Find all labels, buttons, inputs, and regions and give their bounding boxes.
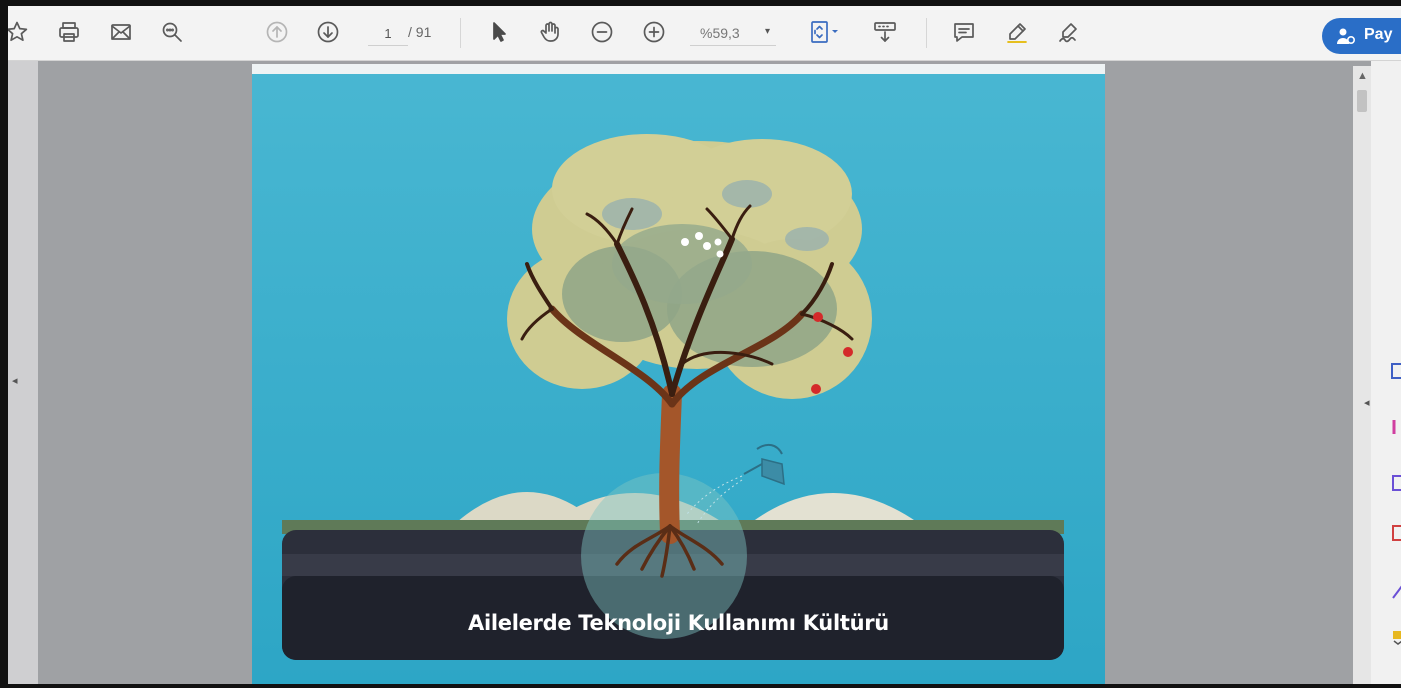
page-total: / 91: [408, 24, 432, 40]
vertical-scrollbar[interactable]: ▲: [1353, 66, 1371, 684]
toolbar-divider: [926, 18, 927, 48]
zoom-value: %59,3: [700, 25, 740, 41]
zoom-out-icon[interactable]: [587, 17, 617, 47]
toolbar-divider: [460, 18, 461, 48]
scroll-mode-icon[interactable]: [870, 17, 900, 47]
comment-tool-icon[interactable]: [1388, 582, 1401, 600]
highlight-icon[interactable]: [1002, 17, 1032, 47]
email-icon[interactable]: [106, 17, 136, 47]
sign-icon[interactable]: [1054, 17, 1084, 47]
expand-panel-icon[interactable]: ◂: [1364, 396, 1370, 409]
share-icon: [1337, 28, 1356, 45]
star-icon[interactable]: [8, 17, 32, 47]
page-down-icon[interactable]: [313, 17, 343, 47]
edit-pdf-icon[interactable]: [1388, 418, 1401, 436]
chevron-down-icon: ▾: [764, 26, 770, 37]
slide-caption: Ailelerde Teknoloji Kullanımı Kültürü: [468, 611, 889, 635]
comment-icon[interactable]: [949, 17, 979, 47]
pdf-page: Ailelerde Teknoloji Kullanımı Kültürü: [252, 64, 1105, 684]
hand-tool-icon[interactable]: [535, 17, 565, 47]
acrobat-window: / 91 %59,3 ▾: [8, 6, 1401, 684]
page-up-icon[interactable]: [262, 17, 292, 47]
fill-sign-icon[interactable]: [1388, 524, 1401, 542]
collapse-left-icon[interactable]: ◂: [12, 374, 18, 387]
slide-illustration: [252, 64, 1105, 684]
select-cursor-icon[interactable]: [484, 17, 514, 47]
chevron-up-icon[interactable]: ▲: [1357, 70, 1368, 82]
print-icon[interactable]: [54, 17, 84, 47]
zoom-in-icon[interactable]: [639, 17, 669, 47]
share-label: Pay: [1364, 26, 1393, 43]
page-number-input[interactable]: [368, 21, 408, 46]
export-icon[interactable]: [1388, 362, 1401, 380]
find-icon[interactable]: [157, 17, 187, 47]
share-button[interactable]: Pay: [1322, 18, 1401, 54]
left-nav-pane[interactable]: [8, 61, 38, 684]
fit-page-icon[interactable]: [804, 17, 844, 47]
more-tools-icon[interactable]: [1388, 628, 1401, 646]
zoom-select[interactable]: %59,3 ▾: [690, 21, 776, 46]
organize-icon[interactable]: [1388, 474, 1401, 492]
toolbar: / 91 %59,3 ▾: [8, 6, 1401, 61]
scrollbar-thumb[interactable]: [1357, 90, 1367, 112]
